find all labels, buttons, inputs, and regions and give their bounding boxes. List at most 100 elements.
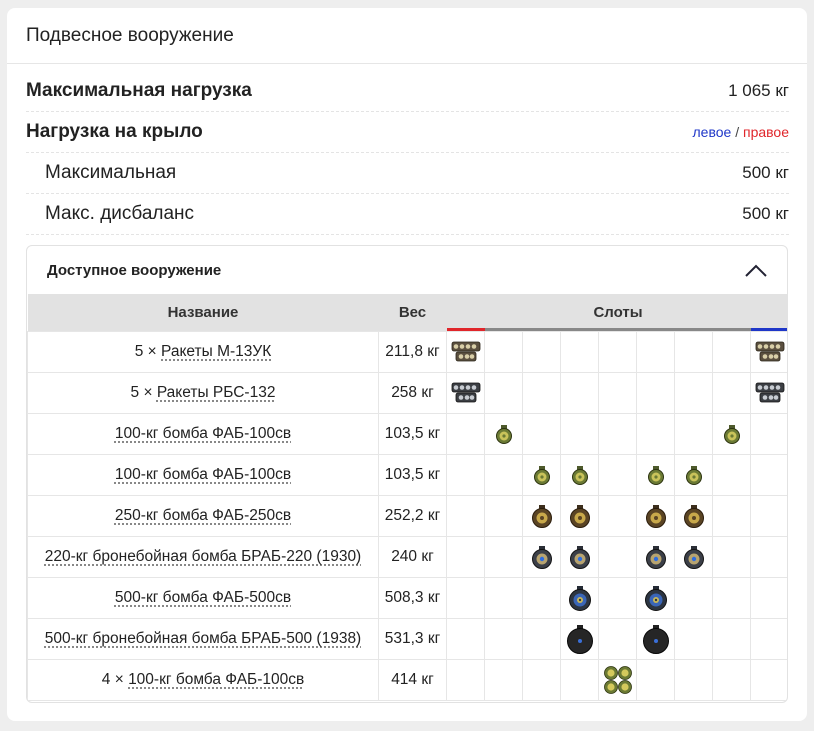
wing-max-label: Максимальная [45,162,177,183]
weapon-weight-cell: 531,3 кг [378,618,447,660]
slot-cell-9 [749,331,787,373]
weapon-name-link[interactable]: 220-кг бронебойная бомба БРАБ-220 (1930) [45,548,361,565]
slot-cell-5 [598,331,637,373]
slot-cell-5 [598,618,637,660]
available-armament-panel: Доступное вооружение Название Вес Слоты [26,245,788,703]
slot-cell-8 [712,454,751,496]
right-wing-legend: правое [742,124,789,140]
panel-header[interactable]: Доступное вооружение [27,246,787,294]
card-title: Подвесное вооружение [7,8,807,64]
weapon-count: 5 × [130,384,157,401]
weapon-weight-cell: 211,8 кг [378,331,447,373]
slot-cell-2 [484,618,523,660]
weapon-name-cell: 500-кг бронебойная бомба БРАБ-500 (1938) [27,618,379,660]
wing-max-value: 500 кг [742,163,789,182]
slot-cell-9 [749,495,787,537]
slot-cell-3 [522,536,561,578]
weapon-weight-cell: 508,3 кг [378,577,447,619]
slot-cell-6 [636,659,675,701]
weapon-name-cell: 5 × Ракеты РБС-132 [27,372,379,414]
bomb-medium-icon [683,505,704,528]
weapon-name-cell: 250-кг бомба ФАБ-250св [27,495,379,537]
slot-cell-3 [522,495,561,537]
table-row: 4 × 100-кг бомба ФАБ-100св 414 кг [27,659,787,701]
bomb-medium-icon [569,505,590,528]
bomb-ap220-icon [569,546,590,569]
table-row: 100-кг бомба ФАБ-100св 103,5 кг [27,454,787,496]
weapon-name-cell: 100-кг бомба ФАБ-100св [27,413,379,455]
slot-cell-5 [598,659,637,701]
weapon-name-link[interactable]: Ракеты М-13УК [161,343,271,360]
imbalance-value: 500 кг [742,204,789,223]
bomb-large-icon [644,586,667,611]
slot-cell-9 [749,659,787,701]
slot-cell-1 [446,618,485,660]
slot-cell-7 [674,618,713,660]
slot-cell-6 [636,577,675,619]
slot-cell-7 [674,413,713,455]
armament-card: Подвесное вооружение Максимальная нагруз… [7,8,807,721]
weapon-name-cell: 100-кг бомба ФАБ-100св [27,454,379,496]
wing-legend: левое / правое [692,124,790,140]
slot-cell-8 [712,372,751,414]
bomb-large-icon [568,586,591,611]
slot-cell-2 [484,659,523,701]
bomb-small-icon [723,425,740,444]
max-load-label: Максимальная нагрузка [26,80,252,101]
weapon-count: 4 × [101,671,129,688]
table-row: 5 × Ракеты М-13УК 211,8 кг [27,331,787,373]
panel-title: Доступное вооружение [47,261,222,279]
slot-cell-9 [749,536,787,578]
slot-cell-6 [636,372,675,414]
slot-cell-4 [560,331,599,373]
slot-cell-1 [446,495,485,537]
slot-cell-5 [598,536,637,578]
slot-cell-7 [674,536,713,578]
slot-cell-8 [712,577,751,619]
weapon-name-cell: 4 × 100-кг бомба ФАБ-100св [27,659,379,701]
bomb-ap220-icon [531,546,552,569]
col-weight-header: Вес [378,294,447,332]
slot-cell-8 [712,331,751,373]
slot-cell-4 [560,577,599,619]
slot-cell-5 [598,372,637,414]
slot-cell-5 [598,413,637,455]
slot-cell-7 [674,577,713,619]
table-row: 500-кг бронебойная бомба БРАБ-500 (1938)… [27,618,787,660]
slot-cell-5 [598,577,637,619]
rocket-m13-icon [451,341,480,362]
weapon-name-link[interactable]: 100-кг бомба ФАБ-100св [128,671,304,688]
slot-cell-8 [712,618,751,660]
weapon-name-link[interactable]: 100-кг бомба ФАБ-100св [115,425,291,442]
slot-cell-3 [522,659,561,701]
chevron-up-icon[interactable] [745,263,767,277]
weapon-count: 5 × [134,343,162,360]
weapon-name-link[interactable]: 500-кг бронебойная бомба БРАБ-500 (1938) [45,630,361,647]
slot-cell-4 [560,618,599,660]
wing-load-row: Нагрузка на крыло левое / правое [26,112,789,153]
bomb-small-icon [685,466,702,485]
slot-cell-1 [446,577,485,619]
weapon-name-link[interactable]: Ракеты РБС-132 [157,384,276,401]
slot-cell-6 [636,454,675,496]
slot-cell-9 [749,618,787,660]
slot-cell-3 [522,331,561,373]
bomb-small-icon [571,466,588,485]
weapon-name-link[interactable]: 100-кг бомба ФАБ-100св [115,466,291,483]
slot-cell-9 [749,454,787,496]
weapon-weight-cell: 240 кг [378,536,447,578]
weapon-name-link[interactable]: 500-кг бомба ФАБ-500св [115,589,291,606]
armament-table: Название Вес Слоты 5 × Ракеты М-13УК 211,… [27,294,787,701]
slot-cell-3 [522,372,561,414]
weapon-weight-cell: 103,5 кг [378,454,447,496]
slot-cell-6 [636,536,675,578]
rocket-rbs-icon [755,382,785,403]
slot-cell-7 [674,495,713,537]
bomb-small-icon [495,425,512,444]
slot-cell-5 [598,495,637,537]
imbalance-label: Макс. дисбаланс [45,203,195,224]
weapon-name-link[interactable]: 250-кг бомба ФАБ-250св [115,507,291,524]
slot-cell-7 [674,454,713,496]
slot-cell-6 [636,618,675,660]
slot-cell-3 [522,413,561,455]
